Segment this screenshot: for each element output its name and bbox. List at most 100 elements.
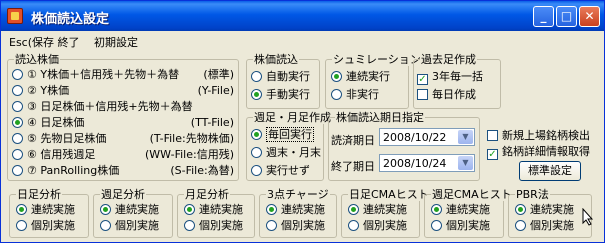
- radio-selected-icon: [331, 71, 342, 82]
- option-label: ⑥ 信用残週足: [27, 148, 96, 161]
- price-read-legend: 株価読込: [253, 53, 299, 66]
- option-file-label: (TT-File): [190, 116, 234, 129]
- stock-load-option-5[interactable]: ⑤ 先物日足株価 (T-File:先物株価): [12, 132, 234, 146]
- radio-icon: [431, 220, 442, 231]
- chevron-down-icon[interactable]: ▼: [458, 130, 473, 144]
- checkbox-icon: [487, 130, 498, 141]
- option-file-label: (T-File:先物株価): [149, 132, 234, 145]
- stock-load-option-3[interactable]: ③ 日足株価＋信用残+先物＋為替: [12, 100, 234, 114]
- stock-load-group: 読込株価 ① Y株価＋信用残＋先物＋為替 (標準) ② Y株価 (Y-File) ③ 日…: [7, 53, 239, 181]
- radio-icon: [251, 165, 262, 176]
- read-date-label: 読済期日: [331, 134, 375, 147]
- analysis-continuous-radio[interactable]: 連続実施: [348, 203, 407, 217]
- radio-icon: [12, 149, 23, 160]
- end-date-combo[interactable]: 2008/10/24 ▼: [379, 154, 475, 172]
- analysis-continuous-radio[interactable]: 連続実施: [431, 203, 490, 217]
- radio-icon: [12, 165, 23, 176]
- stock-load-option-6[interactable]: ⑥ 信用残週足 (WW-File:信用残): [12, 148, 234, 162]
- chevron-down-icon[interactable]: ▼: [458, 156, 473, 170]
- settings-window: 株価読込設定 _ □ ✕ Esc(保存 終了 初期設定 読込株価 ① Y株価＋信…: [0, 0, 605, 243]
- radio-icon: [12, 69, 23, 80]
- period-group: 株価読込期日指定 読済期日 2008/10/22 ▼ 終了期日 2008/10/…: [328, 111, 480, 181]
- price-read-group: 株価読込 自動実行 手動実行: [246, 53, 320, 109]
- wm-weekend-radio[interactable]: 週末・月末: [251, 146, 321, 160]
- analysis-legend: 日足CMAヒスト: [348, 188, 430, 201]
- past-daily-checkbox[interactable]: 毎日作成: [417, 88, 476, 102]
- standard-settings-button[interactable]: 標準設定: [519, 161, 581, 181]
- simulation-continuous-radio[interactable]: 連続実行: [331, 70, 390, 84]
- radio-selected-icon: [100, 204, 111, 215]
- price-read-manual-radio[interactable]: 手動実行: [251, 88, 310, 102]
- radio-icon: [251, 71, 262, 82]
- analysis-individual-radio[interactable]: 個別実施: [184, 219, 243, 233]
- radio-icon: [331, 89, 342, 100]
- option-label: ④ 日足株価: [27, 116, 85, 129]
- detail-info-checkbox[interactable]: ✓ 銘柄詳細情報取得: [487, 145, 590, 160]
- checkbox-checked-icon: ✓: [417, 74, 428, 85]
- stock-load-option-7[interactable]: ⑦ PanRolling株価 (S-File:為替): [12, 164, 234, 178]
- mouse-cursor-icon: [582, 208, 594, 226]
- option-file-label: (Y-File): [197, 84, 234, 97]
- close-button[interactable]: ✕: [579, 6, 600, 27]
- stock-load-option-4[interactable]: ④ 日足株価 (TT-File): [12, 116, 234, 130]
- radio-icon: [16, 220, 27, 231]
- analysis-individual-radio[interactable]: 個別実施: [431, 219, 490, 233]
- analysis-group-4: 3点チャージ 連続実施個別実施: [259, 188, 337, 238]
- analysis-legend: 月足分析: [184, 188, 230, 201]
- analysis-continuous-radio[interactable]: 連続実施: [100, 203, 159, 217]
- radio-icon: [12, 133, 23, 144]
- analysis-individual-radio[interactable]: 個別実施: [100, 219, 159, 233]
- option-label: ② Y株価: [27, 84, 70, 97]
- window-title: 株価読込設定: [31, 12, 110, 27]
- title-bar[interactable]: 株価読込設定 _ □ ✕: [1, 1, 604, 31]
- price-read-auto-radio[interactable]: 自動実行: [251, 70, 310, 84]
- analysis-individual-radio[interactable]: 個別実施: [348, 219, 407, 233]
- option-label: ⑤ 先物日足株価: [27, 132, 107, 145]
- past-3year-checkbox[interactable]: ✓ 3年毎一括: [417, 70, 483, 85]
- analysis-legend: 週足分析: [100, 188, 146, 201]
- wm-every-time-radio[interactable]: 毎回実行: [251, 127, 314, 142]
- past-data-legend: 過去足作成: [420, 53, 477, 66]
- analysis-group-3: 月足分析連続実施個別実施: [177, 188, 255, 238]
- wm-none-radio[interactable]: 実行せず: [251, 164, 310, 178]
- radio-icon: [515, 220, 526, 231]
- stock-load-option-1[interactable]: ① Y株価＋信用残＋先物＋為替 (標準): [12, 68, 234, 82]
- radio-icon: [184, 220, 195, 231]
- radio-icon: [12, 101, 23, 112]
- stock-load-option-2[interactable]: ② Y株価 (Y-File): [12, 84, 234, 98]
- analysis-group-5: 日足CMAヒスト 連続実施個別実施: [341, 188, 430, 238]
- radio-icon: [266, 220, 277, 231]
- analysis-continuous-radio[interactable]: 連続実施: [16, 203, 75, 217]
- radio-selected-icon: [348, 204, 359, 215]
- menu-save-exit[interactable]: Esc(保存 終了: [9, 34, 80, 50]
- radio-icon: [100, 220, 111, 231]
- radio-selected-icon: [12, 117, 23, 128]
- radio-selected-icon: [515, 204, 526, 215]
- analysis-continuous-radio[interactable]: 連続実施: [515, 203, 574, 217]
- analysis-legend: 週足CMAヒスト: [431, 188, 513, 201]
- analysis-individual-radio[interactable]: 個別実施: [266, 219, 325, 233]
- simulation-none-radio[interactable]: 非実行: [331, 88, 379, 102]
- analysis-continuous-radio[interactable]: 連続実施: [266, 203, 325, 217]
- checkbox-checked-icon: ✓: [487, 149, 498, 160]
- radio-selected-icon: [16, 204, 27, 215]
- period-legend: 株価読込期日指定: [335, 111, 425, 124]
- option-file-label: (S-File:為替): [170, 164, 234, 177]
- read-date-combo[interactable]: 2008/10/22 ▼: [379, 128, 475, 146]
- maximize-button[interactable]: □: [556, 6, 577, 27]
- menu-bar: Esc(保存 終了 初期設定: [1, 31, 604, 51]
- analysis-legend: 3点チャージ: [266, 188, 330, 201]
- option-label: ③ 日足株価＋信用残+先物＋為替: [27, 100, 193, 113]
- weekly-monthly-group: 週足・月足作成 毎回実行 週末・月末 実行せず: [246, 111, 332, 181]
- minimize-button[interactable]: _: [533, 6, 554, 27]
- radio-selected-icon: [251, 89, 262, 100]
- analysis-individual-radio[interactable]: 個別実施: [515, 219, 574, 233]
- option-label: ⑦ PanRolling株価: [27, 164, 120, 177]
- menu-initial-settings[interactable]: 初期設定: [94, 34, 138, 50]
- checkbox-icon: [417, 89, 428, 100]
- new-listing-checkbox[interactable]: 新規上場銘柄検出: [487, 129, 590, 143]
- past-data-group: 過去足作成 ✓ 3年毎一括 毎日作成: [413, 53, 501, 109]
- analysis-individual-radio[interactable]: 個別実施: [16, 219, 75, 233]
- simulation-group: シュミレーション 連続実行 非実行: [325, 53, 422, 109]
- analysis-continuous-radio[interactable]: 連続実施: [184, 203, 243, 217]
